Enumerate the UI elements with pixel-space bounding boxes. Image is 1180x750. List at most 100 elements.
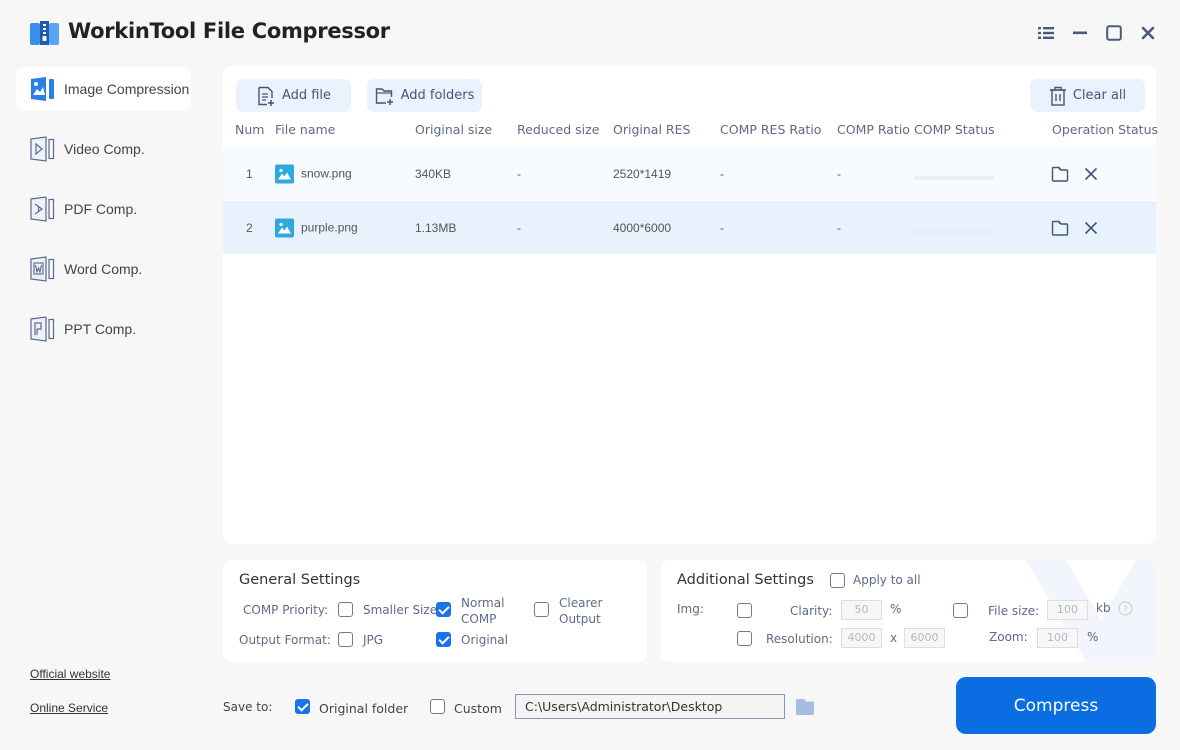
original-res: 4000*6000 bbox=[613, 220, 672, 235]
official-website-link[interactable]: Official website bbox=[30, 667, 110, 681]
sidebar-item-label: Video Comp. bbox=[64, 141, 145, 157]
sidebar-item-video-comp[interactable]: Video Comp. bbox=[16, 127, 191, 171]
clarity-checkbox[interactable] bbox=[737, 603, 752, 618]
save-path-input[interactable]: C:\Users\Administrator\Desktop bbox=[515, 694, 785, 719]
maximize-button[interactable] bbox=[1103, 22, 1125, 44]
col-comp-status: COMP Status bbox=[914, 122, 995, 137]
file-name-cell: purple.png bbox=[275, 218, 358, 237]
minimize-icon bbox=[1073, 31, 1087, 35]
remove-file-icon[interactable] bbox=[1082, 165, 1100, 183]
image-file-icon bbox=[275, 164, 294, 183]
file-list-panel: Add file Add folders Clear all Num File … bbox=[223, 66, 1159, 544]
jpg-checkbox[interactable] bbox=[338, 632, 353, 647]
col-original-res: Original RES bbox=[613, 122, 691, 137]
add-file-button[interactable]: Add file bbox=[236, 79, 351, 112]
clearer-output-checkbox[interactable] bbox=[534, 602, 549, 617]
sidebar-item-label: Word Comp. bbox=[64, 261, 143, 277]
custom-folder-label: Custom bbox=[454, 701, 502, 716]
sidebar-item-pdf-comp[interactable]: PDF Comp. bbox=[16, 187, 191, 231]
output-format-label: Output Format: bbox=[239, 633, 331, 647]
reduced-size: - bbox=[517, 166, 521, 181]
additional-settings-title: Additional Settings bbox=[677, 572, 814, 588]
table-row[interactable]: 1 snow.png 340KB - 2520*1419 - - bbox=[223, 147, 1156, 200]
sidebar-item-ppt-comp[interactable]: PPT Comp. bbox=[16, 307, 191, 351]
comp-priority-label: COMP Priority: bbox=[243, 603, 329, 617]
svg-text:?: ? bbox=[1123, 605, 1128, 615]
remove-file-icon[interactable] bbox=[1082, 219, 1100, 237]
help-icon[interactable]: ? bbox=[1118, 601, 1133, 616]
trash-icon bbox=[1049, 86, 1066, 106]
add-file-label: Add file bbox=[281, 88, 332, 103]
add-file-icon bbox=[258, 86, 274, 106]
smaller-size-checkbox[interactable] bbox=[338, 602, 353, 617]
sidebar-item-label: Image Compression bbox=[64, 81, 190, 97]
normal-comp-label: Normal COMP bbox=[461, 596, 505, 626]
compress-button[interactable]: Compress bbox=[956, 677, 1156, 734]
col-file-name: File name bbox=[275, 122, 336, 137]
additional-settings-panel: Additional Settings Apply to all Img: Cl… bbox=[661, 560, 1156, 662]
original-size: 1.13MB bbox=[415, 220, 457, 235]
reduced-size: - bbox=[517, 220, 521, 235]
sidebar-item-label: PPT Comp. bbox=[64, 321, 137, 337]
col-comp-res-ratio: COMP RES Ratio bbox=[720, 122, 822, 137]
comp-ratio: - bbox=[837, 166, 841, 181]
file-name-cell: snow.png bbox=[275, 164, 352, 183]
minimize-button[interactable] bbox=[1069, 22, 1091, 44]
clearer-output-label: Clearer Output bbox=[559, 596, 603, 626]
original-folder-checkbox[interactable] bbox=[295, 699, 310, 714]
table-header: Num File name Original size Reduced size… bbox=[223, 122, 1159, 144]
clear-all-label: Clear all bbox=[1072, 88, 1127, 103]
open-folder-icon[interactable] bbox=[1051, 165, 1069, 183]
add-folders-label: Add folders bbox=[400, 88, 475, 103]
original-res: 2520*1419 bbox=[613, 166, 672, 181]
resolution-checkbox[interactable] bbox=[737, 631, 752, 646]
col-original-size: Original size bbox=[415, 122, 493, 137]
clarity-input[interactable]: 50 bbox=[841, 600, 882, 620]
custom-folder-checkbox[interactable] bbox=[430, 699, 445, 714]
resolution-label: Resolution: bbox=[766, 632, 833, 646]
add-folders-button[interactable]: Add folders bbox=[367, 79, 482, 112]
resolution-width-input[interactable]: 4000 bbox=[841, 628, 882, 648]
clear-all-button[interactable]: Clear all bbox=[1030, 79, 1145, 112]
zoom-label: Zoom: bbox=[989, 630, 1028, 644]
online-service-link[interactable]: Online Service bbox=[30, 701, 108, 715]
pdf-comp-icon bbox=[30, 196, 55, 222]
browse-folder-icon[interactable] bbox=[795, 698, 815, 716]
close-button[interactable] bbox=[1137, 22, 1159, 44]
ppt-comp-icon bbox=[30, 316, 55, 342]
menu-icon bbox=[1038, 27, 1054, 39]
file-size-input[interactable]: 100 bbox=[1047, 600, 1088, 620]
sidebar-item-word-comp[interactable]: Word Comp. bbox=[16, 247, 191, 291]
normal-comp-checkbox[interactable] bbox=[436, 602, 451, 617]
file-size-label: File size: bbox=[988, 604, 1040, 618]
original-size: 340KB bbox=[415, 166, 452, 181]
jpg-label: JPG bbox=[363, 633, 384, 647]
resolution-height-input[interactable]: 6000 bbox=[904, 628, 945, 648]
file-name: snow.png bbox=[301, 166, 352, 181]
comp-res-ratio: - bbox=[720, 220, 724, 235]
zoom-unit: % bbox=[1087, 630, 1099, 644]
apply-to-all-checkbox[interactable] bbox=[830, 573, 845, 588]
file-size-checkbox[interactable] bbox=[953, 603, 968, 618]
col-operation-status: Operation Status bbox=[1052, 122, 1159, 137]
video-comp-icon bbox=[30, 136, 55, 162]
maximize-icon bbox=[1106, 25, 1122, 41]
col-reduced-size: Reduced size bbox=[517, 122, 600, 137]
original-format-checkbox[interactable] bbox=[436, 632, 451, 647]
zoom-input[interactable]: 100 bbox=[1037, 628, 1078, 648]
original-folder-label: Original folder bbox=[319, 701, 409, 716]
file-size-unit: kb bbox=[1096, 601, 1111, 615]
row-num: 1 bbox=[246, 166, 253, 181]
clarity-unit: % bbox=[890, 602, 902, 616]
comp-progress-bar bbox=[914, 229, 994, 234]
col-num: Num bbox=[235, 122, 265, 137]
table-row-selected[interactable]: 2 purple.png 1.13MB - 4000*6000 - - bbox=[223, 201, 1156, 254]
img-label: Img: bbox=[677, 602, 704, 616]
apply-to-all-label: Apply to all bbox=[853, 573, 921, 587]
open-folder-icon[interactable] bbox=[1051, 219, 1069, 237]
add-folder-icon bbox=[375, 87, 393, 105]
sidebar-item-image-compression[interactable]: Image Compression bbox=[16, 67, 191, 111]
comp-res-ratio: - bbox=[720, 166, 724, 181]
menu-button[interactable] bbox=[1035, 22, 1057, 44]
word-comp-icon bbox=[30, 256, 55, 282]
